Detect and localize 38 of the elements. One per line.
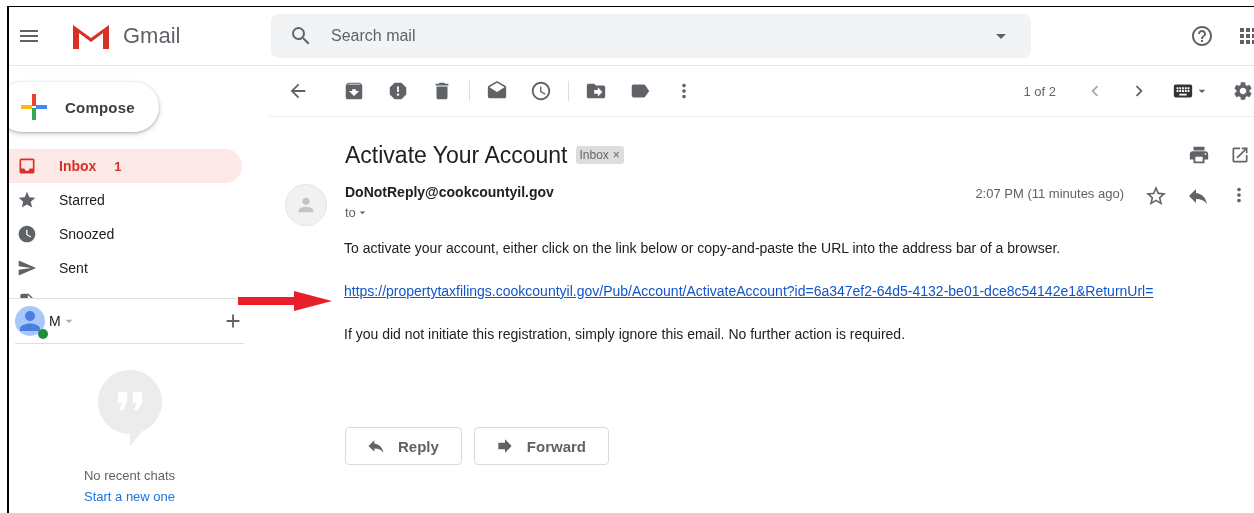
sidebar-item[interactable]: Snoozed <box>9 217 242 251</box>
sender-email: DoNotReply@cookcountyil.gov <box>345 184 554 200</box>
search-field[interactable]: Search mail <box>271 14 1031 58</box>
empty-chats-text: No recent chats <box>83 468 175 483</box>
sender-avatar-icon <box>285 184 327 226</box>
activation-link[interactable]: https://propertytaxfilings.cookcountyil.gov/Pub/Account/ActivateAccount?id=6a347ef2-64d5-4132-be01-dce8c54142e1&ReturnUrl= <box>344 283 1154 299</box>
plus-icon <box>21 94 47 120</box>
clock-icon <box>17 224 37 244</box>
inbox-icon <box>17 156 37 176</box>
archive-icon[interactable] <box>343 80 365 102</box>
pager-text: 1 of 2 <box>1023 83 1056 99</box>
start-chat-link[interactable]: Start a new one <box>83 489 176 504</box>
sidebar-item[interactable]: Starred <box>9 183 242 217</box>
recipient-toggle[interactable]: to <box>345 205 554 220</box>
product-name: Gmail <box>123 23 181 49</box>
print-icon[interactable] <box>1188 144 1210 166</box>
star-icon <box>17 190 37 210</box>
clock-icon[interactable] <box>530 80 552 102</box>
message-time: 2:07 PM (11 minutes ago) <box>975 186 1124 203</box>
help-icon[interactable] <box>1190 24 1214 48</box>
forward-button[interactable]: Forward <box>473 427 610 465</box>
compose-button[interactable]: Compose <box>9 82 159 132</box>
message-text: To activate your account, either click on the link below or copy-and-paste the URL into the address bar of a browser. <box>344 240 1062 257</box>
email-subject: Activate Your Account <box>345 141 568 169</box>
send-icon <box>17 258 37 278</box>
search-input[interactable]: Search mail <box>329 26 973 46</box>
avatar-icon[interactable] <box>15 306 45 336</box>
unread-count: 1 <box>114 158 122 174</box>
settings-icon[interactable] <box>1232 80 1254 102</box>
sidebar-item[interactable]: Inbox 1 <box>9 149 242 183</box>
star-icon[interactable] <box>1144 184 1168 208</box>
sidebar-item[interactable]: Sent <box>9 251 242 285</box>
user-initial[interactable]: M <box>49 313 61 329</box>
report-icon[interactable] <box>387 80 409 102</box>
remove-label-icon[interactable]: × <box>612 148 620 162</box>
inbox-label: Inbox × <box>575 146 624 164</box>
message-text: If you did not initiate this registration, simply ignore this email. No further action is required. <box>344 326 907 343</box>
reply-button[interactable]: Reply <box>345 427 462 465</box>
